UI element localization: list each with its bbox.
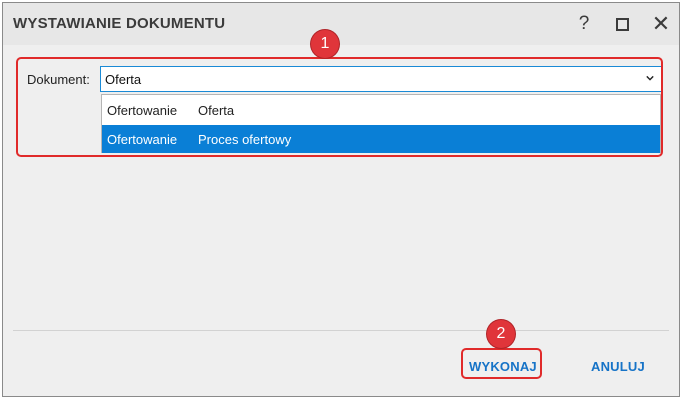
footer-separator [13,330,669,331]
maximize-icon [615,17,629,31]
help-icon: ? [578,13,590,34]
close-icon: ✕ [651,11,671,36]
step-badge-2: 2 [487,320,515,348]
step-badge-1: 1 [311,30,339,58]
maximize-button[interactable] [609,11,635,37]
step-badge-number: 2 [496,325,506,342]
cancel-button[interactable]: ANULUJ [591,359,645,374]
highlight-frame-execute [461,348,542,379]
step-badge-number: 1 [320,35,330,52]
close-button[interactable]: ✕ [648,11,674,37]
highlight-frame-fields [16,57,663,157]
help-button[interactable]: ? [571,11,597,37]
title-bar: WYSTAWIANIE DOKUMENTU ? ✕ [3,3,679,45]
dialog-title: WYSTAWIANIE DOKUMENTU [13,15,226,32]
